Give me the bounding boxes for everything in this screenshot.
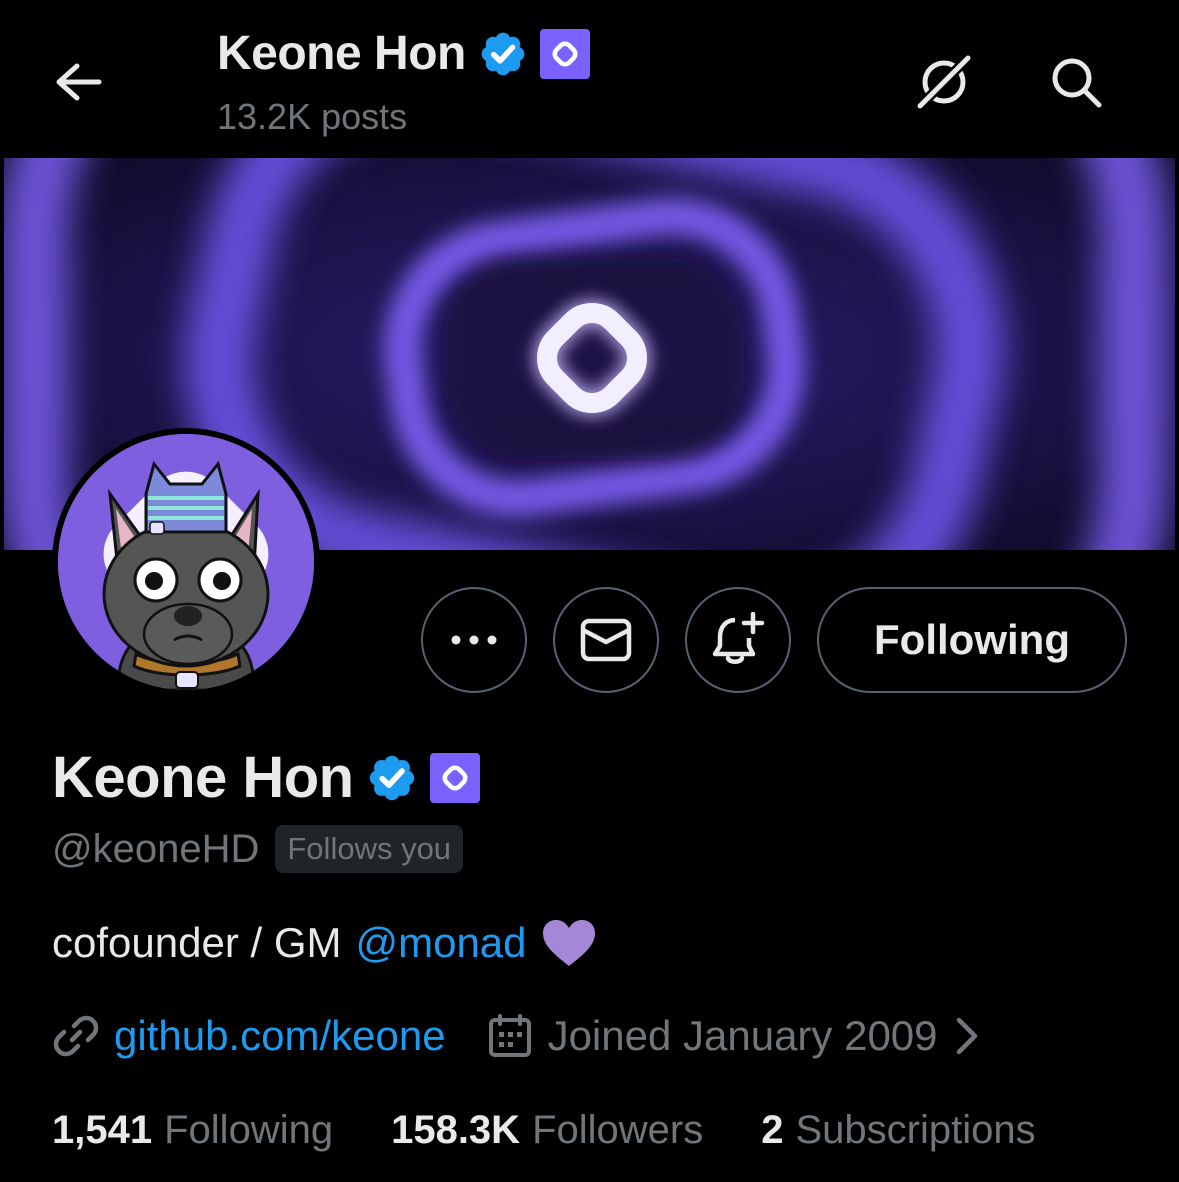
header-post-count: 13.2K posts <box>217 96 408 137</box>
profile-meta: github.com/keone Joined January 2009 <box>52 1012 980 1060</box>
monad-affiliation-icon[interactable] <box>539 28 590 79</box>
website-text: github.com/keone <box>114 1012 446 1059</box>
stat-value: 1,541 <box>52 1108 153 1152</box>
top-bar: Keone Hon 13.2K posts <box>0 0 1179 158</box>
followers-count[interactable]: 158.3K Followers <box>391 1108 703 1153</box>
joined-text: Joined January 2009 <box>547 1012 938 1059</box>
bio-mention-link[interactable]: @monad <box>355 919 526 967</box>
monad-affiliation-icon[interactable] <box>429 752 480 803</box>
bio-text: cofounder / GM <box>52 919 342 966</box>
calendar-icon <box>488 1014 531 1057</box>
header-name: Keone Hon <box>217 27 466 80</box>
profile-avatar[interactable] <box>52 428 320 696</box>
stat-value: 2 <box>761 1108 784 1152</box>
link-icon <box>53 1015 99 1057</box>
search-button[interactable] <box>1044 50 1108 114</box>
handle-row: @keoneHD Follows you <box>52 825 464 873</box>
bell-plus-icon <box>712 612 765 664</box>
back-button[interactable] <box>48 52 108 112</box>
notify-button[interactable] <box>685 587 791 693</box>
stat-value: 158.3K <box>391 1108 521 1152</box>
purple-heart-icon <box>542 920 595 966</box>
stat-label: Following <box>164 1108 334 1152</box>
profile-bio: cofounder / GM @monad <box>52 918 597 968</box>
chevron-right-icon <box>956 1017 977 1055</box>
stat-label: Followers <box>532 1108 704 1152</box>
website-link[interactable]: github.com/keone <box>52 1012 446 1060</box>
envelope-icon <box>580 618 632 662</box>
more-options-button[interactable] <box>421 587 527 693</box>
following-button[interactable]: Following <box>817 587 1127 693</box>
profile-name: Keone Hon <box>52 745 354 810</box>
profile-stats: 1,541 Following 158.3K Followers 2 Subsc… <box>52 1108 1036 1153</box>
stat-label: Subscriptions <box>795 1108 1036 1152</box>
grok-icon <box>916 54 972 110</box>
more-dots-icon <box>451 635 497 645</box>
joined-date[interactable]: Joined January 2009 <box>488 1012 980 1060</box>
profile-handle: @keoneHD <box>52 826 260 871</box>
follows-you-badge: Follows you <box>275 825 464 873</box>
following-count[interactable]: 1,541 Following <box>52 1108 333 1153</box>
search-icon <box>1052 58 1102 108</box>
arrow-left-icon <box>56 63 102 101</box>
verified-badge-icon <box>481 32 525 75</box>
message-button[interactable] <box>553 587 659 693</box>
verified-badge-icon[interactable] <box>366 752 418 804</box>
header-title: Keone Hon <box>217 26 590 81</box>
avatar-image <box>58 434 314 690</box>
grok-button[interactable] <box>912 52 976 112</box>
profile-name-row: Keone Hon <box>52 744 480 811</box>
subscriptions-count[interactable]: 2 Subscriptions <box>761 1108 1035 1153</box>
